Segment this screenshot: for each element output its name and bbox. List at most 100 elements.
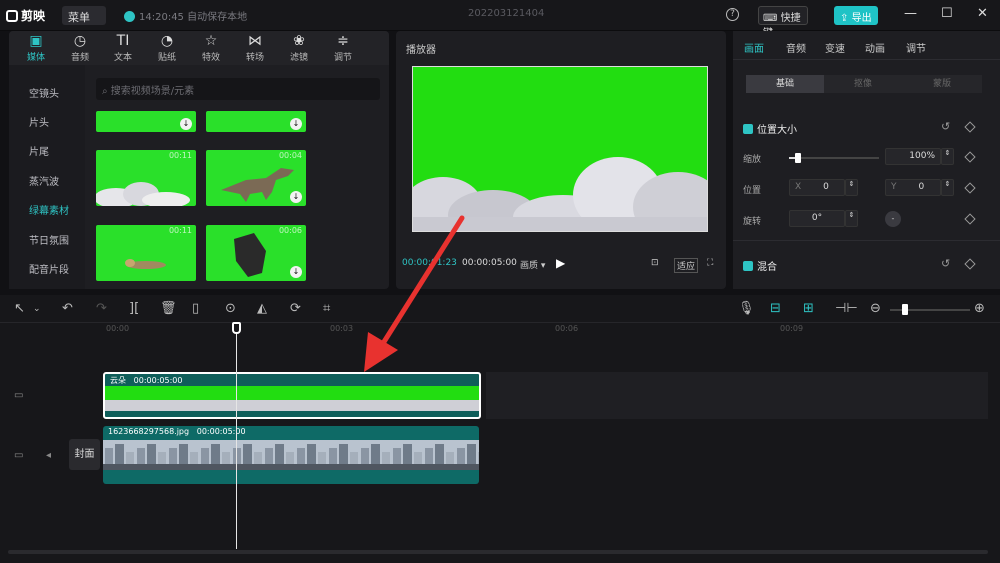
redo-icon[interactable]: ↷ bbox=[96, 301, 107, 316]
waveform-icon[interactable]: ⊡ bbox=[651, 258, 659, 268]
category-item[interactable]: 空镜头 bbox=[29, 85, 59, 100]
zoom-out-icon[interactable]: ⊖ bbox=[870, 301, 881, 316]
split-icon[interactable]: ][ bbox=[129, 301, 139, 316]
tab-filter[interactable]: ❀ 滤镜 bbox=[279, 33, 319, 65]
media-thumb[interactable]: ↓ bbox=[96, 111, 196, 132]
play-icon[interactable]: ▶ bbox=[556, 256, 565, 270]
freeze-icon[interactable]: ▯ bbox=[192, 301, 199, 316]
rotate-dial-icon[interactable]: - bbox=[885, 211, 901, 227]
tab-text[interactable]: TI 文本 bbox=[103, 33, 143, 65]
track-video-icon[interactable]: ▭ bbox=[14, 450, 23, 461]
timeline-scrollbar[interactable] bbox=[8, 550, 988, 554]
checkbox-icon[interactable] bbox=[743, 124, 753, 134]
tab-media[interactable]: ▣ 媒体 bbox=[16, 33, 56, 65]
reset-icon[interactable]: ↺ bbox=[941, 257, 950, 270]
media-thumb[interactable]: 00:04 ↓ bbox=[206, 150, 306, 206]
download-icon[interactable]: ↓ bbox=[180, 118, 192, 130]
crop-icon[interactable]: ⌗ bbox=[323, 301, 330, 316]
media-thumb[interactable]: 00:11 bbox=[96, 225, 196, 281]
undo-icon[interactable]: ↶ bbox=[62, 301, 73, 316]
tab-audio[interactable]: ◷ 音频 bbox=[60, 33, 100, 65]
microphone-icon[interactable]: 🎙 bbox=[738, 301, 755, 316]
ruler-tick: 00:00 bbox=[106, 324, 130, 333]
subtab-mask[interactable]: 蒙版 bbox=[902, 75, 982, 93]
x-field[interactable]: X0 bbox=[789, 179, 845, 196]
playhead-handle[interactable] bbox=[232, 322, 241, 334]
scale-field[interactable]: 100% bbox=[885, 148, 941, 165]
reset-icon[interactable]: ↺ bbox=[941, 120, 950, 133]
select-tool-icon[interactable]: ↖ bbox=[14, 301, 25, 316]
zoom-in-icon[interactable]: ⊕ bbox=[974, 301, 985, 316]
scale-slider[interactable] bbox=[789, 157, 879, 159]
media-thumb[interactable]: 00:11 bbox=[96, 150, 196, 206]
chevron-down-icon[interactable]: ⌄ bbox=[33, 304, 41, 314]
keyframe-icon[interactable] bbox=[964, 258, 976, 270]
close-icon[interactable]: ✕ bbox=[977, 6, 988, 21]
category-item[interactable]: 片头 bbox=[29, 114, 49, 129]
video-preview[interactable] bbox=[412, 66, 708, 232]
stepper-icon[interactable]: ⇕ bbox=[941, 148, 954, 165]
clip-cloud[interactable]: 云朵 00:00:05:00 bbox=[103, 372, 481, 419]
link-icon[interactable]: ⊞ bbox=[803, 301, 814, 316]
export-button[interactable]: ⇪ 导出 bbox=[834, 6, 878, 25]
keyframe-icon[interactable] bbox=[964, 182, 976, 194]
shortcut-button[interactable]: ⌨ 快捷键 bbox=[758, 6, 808, 39]
category-item[interactable]: 配音片段 bbox=[29, 261, 69, 276]
track-video-icon[interactable]: ▭ bbox=[14, 390, 23, 401]
keyframe-icon[interactable] bbox=[964, 121, 976, 133]
preview-axis-icon[interactable]: ⊣⊢ bbox=[835, 301, 858, 316]
playhead[interactable] bbox=[236, 324, 237, 549]
tab-transition[interactable]: ⋈ 转场 bbox=[235, 33, 275, 65]
stepper-icon[interactable]: ⇕ bbox=[845, 210, 858, 227]
quality-dropdown[interactable]: 画质 ▾ bbox=[520, 258, 545, 271]
keyframe-icon[interactable] bbox=[964, 151, 976, 163]
delete-icon[interactable]: 🗑 bbox=[160, 301, 177, 316]
tab-adjust[interactable]: ≑ 调节 bbox=[323, 33, 363, 65]
category-item[interactable]: 片尾 bbox=[29, 143, 49, 158]
download-icon[interactable]: ↓ bbox=[290, 118, 302, 130]
x-value: 0 bbox=[823, 182, 829, 192]
prop-tab[interactable]: 动画 bbox=[865, 40, 885, 55]
search-input[interactable]: ⌕ 搜索视频场景/元素 bbox=[96, 78, 380, 100]
zoom-knob[interactable] bbox=[902, 304, 908, 315]
reverse-play-icon[interactable]: ⊙ bbox=[225, 301, 236, 316]
category-item-active[interactable]: 绿幕素材 bbox=[29, 202, 69, 217]
download-icon[interactable]: ↓ bbox=[290, 266, 302, 278]
fit-button[interactable]: 适应 bbox=[674, 258, 699, 273]
media-thumb[interactable]: 00:06 ↓ bbox=[206, 225, 306, 281]
media-thumb[interactable]: ↓ bbox=[206, 111, 306, 132]
minimize-icon[interactable]: — bbox=[904, 6, 917, 21]
rotate-field[interactable]: 0° bbox=[789, 210, 845, 227]
menu-button[interactable]: 菜单 ⌄ bbox=[62, 6, 106, 38]
section-blend[interactable]: 混合 bbox=[743, 258, 777, 273]
subtab-basic[interactable]: 基础 bbox=[746, 75, 824, 93]
stepper-icon[interactable]: ⇕ bbox=[845, 179, 858, 196]
prop-tab-active[interactable]: 画面 bbox=[744, 40, 764, 55]
category-item[interactable]: 节日氛围 bbox=[29, 232, 69, 247]
tab-effects[interactable]: ☆ 特效 bbox=[191, 33, 231, 65]
maximize-icon[interactable]: ☐ bbox=[941, 6, 953, 21]
stepper-icon[interactable]: ⇕ bbox=[941, 179, 954, 196]
scale-slider-knob[interactable] bbox=[795, 153, 801, 163]
tab-sticker[interactable]: ◔ 贴纸 bbox=[147, 33, 187, 65]
cover-button[interactable]: 封面 bbox=[69, 439, 100, 470]
mute-icon[interactable]: ◂ bbox=[46, 450, 51, 461]
mirror-icon[interactable]: ◭ bbox=[257, 301, 267, 316]
help-icon[interactable]: ? bbox=[726, 8, 739, 21]
rotate-icon[interactable]: ⟳ bbox=[290, 301, 301, 316]
keyframe-icon[interactable] bbox=[964, 213, 976, 225]
section-position-size[interactable]: 位置大小 bbox=[743, 121, 797, 136]
fullscreen-icon[interactable]: ⛶ bbox=[707, 258, 713, 268]
prop-tab[interactable]: 变速 bbox=[825, 40, 845, 55]
download-icon[interactable]: ↓ bbox=[290, 191, 302, 203]
keyboard-icon: ⌨ bbox=[763, 13, 778, 24]
magnet-icon[interactable]: ⊟ bbox=[770, 301, 781, 316]
prop-tab[interactable]: 音频 bbox=[786, 40, 806, 55]
category-item[interactable]: 蒸汽波 bbox=[29, 173, 59, 188]
y-field[interactable]: Y0 bbox=[885, 179, 941, 196]
prop-tab[interactable]: 调节 bbox=[906, 40, 926, 55]
clip-photo[interactable]: 1623668297568.jpg 00:00:05:00 bbox=[103, 426, 479, 484]
checkbox-icon[interactable] bbox=[743, 261, 753, 271]
subtab-keying[interactable]: 抠像 bbox=[824, 75, 902, 93]
tab-label: 滤镜 bbox=[289, 53, 308, 63]
